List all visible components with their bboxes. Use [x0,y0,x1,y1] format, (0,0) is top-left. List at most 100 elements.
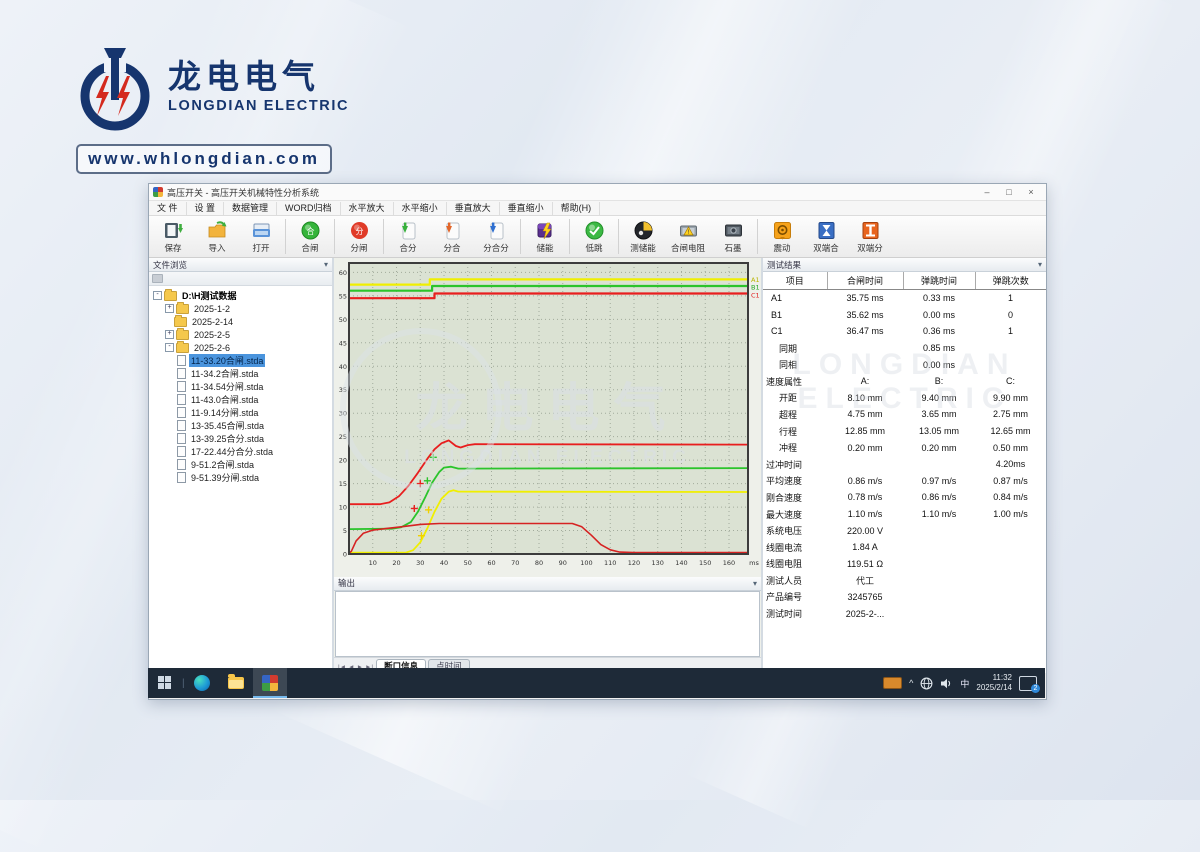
close-button[interactable]: × [1020,185,1042,200]
network-globe-icon[interactable] [920,677,933,690]
tree-expander[interactable]: - [153,291,162,300]
toolbar-button[interactable]: 合合闸 [288,216,332,257]
start-button[interactable] [148,668,182,698]
tree-file-item[interactable]: 9-51.39分闸.stda [153,471,332,484]
toolbar-button[interactable]: 震动 [760,216,804,257]
taskbar-clock[interactable]: 11:32 2025/2/14 [976,673,1012,693]
toolbar-button[interactable]: 分分闸 [337,216,381,257]
menu-item[interactable]: 文 件 [149,202,187,215]
notification-center-icon[interactable]: 2 [1019,676,1037,691]
result-value: 0.97 m/s [903,473,975,490]
menu-item[interactable]: 水平放大 [341,202,394,215]
longdian-emblem-icon [76,46,154,134]
maximize-button[interactable]: □ [998,185,1020,200]
app-window: 高压开关 - 高压开关机械特性分析系统 – □ × 文 件设 置数据管理WORD… [148,183,1047,700]
analysis-app-button[interactable] [253,668,287,698]
toolbar-button[interactable]: 导入 [195,216,239,257]
svg-text:160: 160 [723,559,735,567]
tree-folder-item[interactable]: - 2025-2-6 [153,341,332,354]
brand-website: www.whlongdian.com [76,144,332,174]
chevron-down-icon[interactable]: ▾ [753,579,757,588]
result-value: 4.75 mm [827,406,903,423]
result-value [975,589,1046,606]
edge-browser-button[interactable] [185,668,219,698]
chevron-down-icon[interactable]: ▾ [324,260,328,269]
toolbar-button[interactable]: 双端分 [848,216,892,257]
svg-text:10: 10 [369,559,377,567]
tree-expander[interactable]: - [165,343,174,352]
result-value: 0.20 mm [903,439,975,456]
toolbar-button[interactable]: !合闸电阻 [665,216,711,257]
tree-file-item[interactable]: 11-43.0合闸.stda [153,393,332,406]
result-label: 线圈电阻 [763,556,827,573]
show-hidden-icons-chevron[interactable]: ^ [909,678,913,688]
tree-folder-item[interactable]: -D:\H测试数据 [153,289,332,302]
svg-text:5: 5 [343,527,347,535]
toolbar-button[interactable]: 双端合 [804,216,848,257]
tree-folder-item[interactable]: +2025-1-2 [153,302,332,315]
result-value: A: [827,373,903,390]
tree-folder-item[interactable]: 2025-2-14 [153,315,332,328]
file-explorer-button[interactable] [219,668,253,698]
result-value [903,539,975,556]
result-value: 0 [975,307,1046,324]
tree-file-item[interactable]: 11-9.14分闸.stda [153,406,332,419]
toolbar-button[interactable]: 分合 [430,216,474,257]
tree-toolbar-icon[interactable] [152,274,163,283]
tree-file-item[interactable]: 11-34.54分闸.stda [153,380,332,393]
tree-expander[interactable]: + [165,330,174,339]
menu-item[interactable]: 垂直放大 [447,202,500,215]
tree-file-item[interactable]: 17-22.44分合分.stda [153,445,332,458]
volume-icon[interactable] [940,677,953,690]
tree-file-item[interactable]: 9-51.2合闸.stda [153,458,332,471]
menu-item[interactable]: WORD归档 [277,202,341,215]
chevron-down-icon[interactable]: ▾ [1038,260,1042,269]
svg-text:140: 140 [675,559,687,567]
toolbar-button[interactable]: 打开 [239,216,283,257]
tree-item-label: 2025-2-5 [192,330,232,340]
minimize-button[interactable]: – [976,185,998,200]
toolbar-button[interactable]: 储能 [523,216,567,257]
tree-folder-item[interactable]: +2025-2-5 [153,328,332,341]
result-value: 0.84 m/s [975,489,1046,506]
result-value: 35.75 ms [827,290,903,307]
menu-item[interactable]: 垂直缩小 [500,202,553,215]
tree-item-label: 17-22.44分合分.stda [189,445,275,458]
toolbar-button-label: 打开 [252,242,269,254]
menu-item[interactable]: 帮助(H) [553,202,601,215]
ime-indicator[interactable]: 中 [960,677,969,690]
result-label: 平均速度 [763,473,827,490]
results-row: 测试人员代工 [763,572,1046,589]
results-row: 同期0.85 ms [763,340,1046,357]
tree-file-item[interactable]: 13-39.25合分.stda [153,432,332,445]
file-panel-header: 文件浏览 ▾ [149,258,332,272]
toolbar-button[interactable]: 低跳 [572,216,616,257]
toolbar-separator [285,219,286,254]
result-label: 行程 [763,423,827,440]
tree-file-item[interactable]: 11-33.20合闸.stda [153,354,332,367]
toolbar-button-label: 震动 [774,242,791,254]
toolbar-button[interactable]: 分合分 [474,216,518,257]
toolbar-button[interactable]: 测储能 [621,216,665,257]
toolbar-button[interactable]: 石墨 [711,216,755,257]
output-console [335,591,760,658]
tree-file-item[interactable]: 13-35.45合闸.stda [153,419,332,432]
toolbar-button[interactable]: 保存 [151,216,195,257]
svg-text:40: 40 [339,363,347,371]
results-column-header: 弹跳时间 [903,272,975,290]
result-value [903,556,975,573]
toolbar-button[interactable]: 合分 [386,216,430,257]
tree-item-label: 13-39.25合分.stda [189,432,266,445]
notification-badge: 2 [1031,684,1040,693]
result-value: 0.87 m/s [975,473,1046,490]
tree-file-item[interactable]: 11-34.2合闸.stda [153,367,332,380]
menu-item[interactable]: 水平缩小 [394,202,447,215]
menu-item[interactable]: 数据管理 [224,202,277,215]
serial-device-icon[interactable] [883,677,902,689]
svg-text:20: 20 [339,457,347,465]
tree-expander[interactable]: + [165,304,174,313]
menu-item[interactable]: 设 置 [187,202,225,215]
tree-item-label: 2025-2-6 [192,343,232,353]
tree-item-label: 11-43.0合闸.stda [189,393,260,406]
svg-text:0: 0 [343,551,347,559]
